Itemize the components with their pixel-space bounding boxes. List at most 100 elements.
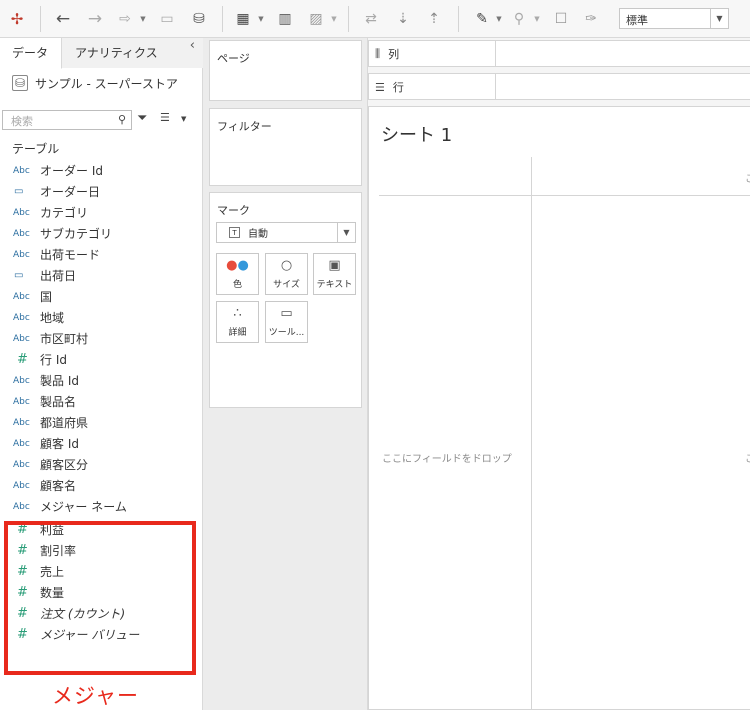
pin-icon[interactable]: ✑: [580, 8, 602, 30]
undo-icon[interactable]: ←: [52, 8, 74, 30]
tooltip-button-label: ツール...: [268, 328, 305, 338]
dimension-field[interactable]: Abc 顧客名: [0, 475, 203, 496]
label-icon[interactable]: ☐: [550, 8, 572, 30]
toolbar: ✢ ← → ⇨ ▼ ▭ ⛁ ▦ ▼ ▥ ▨ ▼ ⇄ ⇣ ⇡ ✎ ▼ ⚲ ▼ ☐ …: [0, 0, 750, 38]
field-name: カテゴリ: [40, 206, 89, 220]
color-button[interactable]: ●● 色: [216, 253, 259, 295]
size-icon: ○: [280, 258, 293, 273]
list-view-dropdown-icon[interactable]: ▼: [181, 115, 186, 123]
field-name: オーダー Id: [40, 164, 103, 178]
calendar-icon: ▭: [14, 186, 24, 197]
color-button-label: 色: [232, 280, 242, 290]
new-worksheet-icon[interactable]: ▦: [232, 8, 254, 30]
dimension-field[interactable]: ▭ 出荷日: [0, 265, 203, 286]
dimension-field[interactable]: Abc 都道府県: [0, 412, 203, 433]
text-button[interactable]: ▣ テキスト: [313, 253, 356, 295]
datasource-item[interactable]: ⛁ サンプル - スーパーストア: [12, 74, 178, 92]
field-name: 地域: [40, 311, 65, 325]
rows-shelf[interactable]: ☰ 行: [368, 73, 750, 100]
highlight-dropdown-icon[interactable]: ▼: [494, 8, 504, 30]
string-type-icon: Abc: [13, 438, 30, 449]
pages-card[interactable]: ページ: [209, 40, 362, 101]
field-name: 顧客 Id: [40, 437, 79, 451]
duplicate-chart-icon[interactable]: ▥: [274, 8, 296, 30]
horizontal-divider: [379, 195, 750, 196]
save-icon[interactable]: ▭: [156, 8, 178, 30]
dimension-field[interactable]: Abc オーダー Id: [0, 160, 203, 181]
marks-card: マーク T 自動 ▼ ●● 色 ○ サイズ ▣ テキスト ∴ 詳細 ▭ ツール.…: [209, 192, 362, 408]
table-header: テーブル: [12, 142, 60, 156]
search-input[interactable]: 検索 ⚲: [2, 110, 132, 130]
filters-card-title: フィルター: [217, 120, 272, 133]
tab-analytics-label: アナリティクス: [75, 46, 158, 60]
string-type-icon: Abc: [13, 207, 30, 218]
mark-type-select[interactable]: T 自動 ▼: [216, 222, 356, 243]
dimension-field[interactable]: Abc 製品 Id: [0, 370, 203, 391]
row-drop-zone[interactable]: ここにフィールドをドロップ: [382, 450, 512, 465]
view-fit-select[interactable]: 標準 ▼: [619, 8, 729, 29]
redo-icon[interactable]: →: [84, 8, 106, 30]
dimension-field[interactable]: Abc サブカテゴリ: [0, 223, 203, 244]
replay-dropdown-icon[interactable]: ▼: [138, 8, 148, 30]
clear-sheet-icon[interactable]: ▨: [305, 8, 327, 30]
dimension-field[interactable]: Abc 出荷モード: [0, 244, 203, 265]
view-fit-value: 標準: [626, 14, 648, 27]
swap-icon[interactable]: ⇄: [360, 8, 382, 30]
shelf-divider: [495, 41, 496, 66]
dimension-field[interactable]: Abc カテゴリ: [0, 202, 203, 223]
field-name: メジャー ネーム: [40, 500, 127, 514]
toolbar-separator: [348, 6, 349, 32]
detail-button[interactable]: ∴ 詳細: [216, 301, 259, 343]
tab-analytics[interactable]: アナリティクス: [62, 38, 203, 68]
new-datasource-icon[interactable]: ⛁: [188, 8, 210, 30]
size-button-label: サイズ: [273, 280, 300, 290]
dimension-field[interactable]: Abc 市区町村: [0, 328, 203, 349]
dimension-field[interactable]: Abc 製品名: [0, 391, 203, 412]
columns-shelf[interactable]: ⫼ 列: [368, 40, 750, 67]
string-type-icon: Abc: [13, 375, 30, 386]
string-type-icon: Abc: [13, 228, 30, 239]
marks-card-title: マーク: [217, 204, 250, 217]
dimension-field[interactable]: Abc メジャー ネーム: [0, 496, 203, 517]
dimension-field[interactable]: Abc 顧客 Id: [0, 433, 203, 454]
dimension-field[interactable]: Abc 国: [0, 286, 203, 307]
tooltip-button[interactable]: ▭ ツール...: [265, 301, 308, 343]
dimension-field[interactable]: # 行 Id: [0, 349, 203, 370]
dimension-field[interactable]: Abc 顧客区分: [0, 454, 203, 475]
filters-card[interactable]: フィルター: [209, 108, 362, 186]
tableau-logo-icon[interactable]: ✢: [6, 8, 28, 30]
tab-data[interactable]: データ: [0, 38, 62, 69]
field-name: オーダー日: [40, 185, 101, 199]
view-drop-hint-clipped: こ: [745, 450, 750, 465]
field-name: 顧客名: [40, 479, 77, 493]
collapse-pane-icon[interactable]: ‹: [190, 38, 195, 53]
field-name: 製品 Id: [40, 374, 79, 388]
field-name: 都道府県: [40, 416, 89, 430]
dimension-field[interactable]: Abc 地域: [0, 307, 203, 328]
rows-shelf-text: 行: [392, 81, 404, 94]
tooltip-icon: ▭: [280, 306, 293, 321]
list-view-icon[interactable]: ☰: [160, 111, 170, 124]
new-worksheet-dropdown-icon[interactable]: ▼: [256, 8, 266, 30]
replay-icon[interactable]: ⇨: [114, 8, 136, 30]
sort-desc-icon[interactable]: ⇡: [423, 8, 445, 30]
cards-pane: ページ フィルター マーク T 自動 ▼ ●● 色 ○ サイズ ▣ テキスト ∴…: [203, 38, 368, 710]
field-name: 出荷日: [40, 269, 77, 283]
string-type-icon: Abc: [13, 312, 30, 323]
string-type-icon: Abc: [13, 396, 30, 407]
group-icon[interactable]: ⚲: [508, 8, 530, 30]
sort-asc-icon[interactable]: ⇣: [392, 8, 414, 30]
highlight-icon[interactable]: ✎: [471, 8, 493, 30]
string-type-icon: Abc: [13, 291, 30, 302]
clear-sheet-dropdown-icon[interactable]: ▼: [329, 8, 339, 30]
filter-icon[interactable]: ⏷: [137, 111, 147, 126]
size-button[interactable]: ○ サイズ: [265, 253, 308, 295]
dimension-field[interactable]: ▭ オーダー日: [0, 181, 203, 202]
color-palette-icon: ●●: [226, 258, 249, 273]
sheet-title[interactable]: シート 1: [381, 121, 452, 147]
datasource-icon: ⛁: [12, 75, 28, 91]
number-type-icon: #: [17, 352, 28, 367]
measures-highlight-box: [4, 521, 196, 675]
group-dropdown-icon[interactable]: ▼: [532, 8, 542, 30]
string-type-icon: Abc: [13, 165, 30, 176]
